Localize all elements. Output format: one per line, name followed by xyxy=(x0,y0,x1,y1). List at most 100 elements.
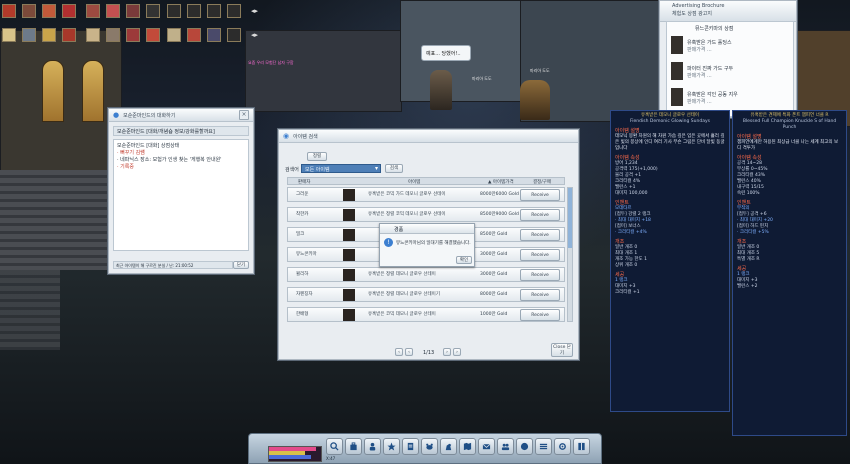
social-icon-button[interactable] xyxy=(497,438,514,455)
item-subtext: 판매가격 ... xyxy=(687,99,712,105)
stamina-bar xyxy=(269,455,311,459)
skill-slot[interactable] xyxy=(86,4,100,18)
list-item[interactable]: 유혹받은 가드 홀딩스 판매가격 ... xyxy=(671,36,789,56)
column-header-seller[interactable]: 판매자 xyxy=(298,179,310,185)
skill-slot[interactable] xyxy=(22,28,36,42)
stairs xyxy=(0,170,110,270)
chat-window-titlebar[interactable]: ● 모순준마인드의 대화하기 × xyxy=(109,109,253,122)
column-header-price[interactable]: ▲ 아이템가격 xyxy=(488,179,514,185)
quest-icon-button[interactable] xyxy=(402,438,419,455)
close-icon[interactable]: × xyxy=(239,110,249,120)
skill-slot[interactable] xyxy=(207,28,221,42)
skill-slot[interactable] xyxy=(86,28,100,42)
search-select-value: 모든 아이템 xyxy=(305,167,330,173)
tab-sort[interactable]: 정렬 xyxy=(307,152,327,161)
scrollbar-thumb[interactable] xyxy=(568,188,572,248)
item-name: 파이터 진짜 가드 구두 xyxy=(687,66,734,72)
skill-slot[interactable] xyxy=(126,28,140,42)
item-icon xyxy=(671,36,683,54)
tooltip-desc: 데모닉 몽환 차원의 해 차원 가슴 깊은 입은 곳에서 흘러 깊은 빛의 몽상… xyxy=(615,134,725,151)
page-prev-button[interactable]: ‹ xyxy=(405,348,413,356)
chat-close-button[interactable]: 닫기 xyxy=(233,261,249,269)
skill-slot[interactable] xyxy=(187,4,201,18)
options-icon-button[interactable] xyxy=(554,438,571,455)
auction-titlebar[interactable]: ◉ 아이템 검색 xyxy=(279,130,578,143)
dialog-titlebar: 경품 xyxy=(380,224,474,234)
skill-bar-top xyxy=(2,4,162,20)
table-row[interactable]: 착한카 유혹받은 정렬 코믹 데모니 글로우 선테이 8500만9000 Gol… xyxy=(287,207,565,222)
pet-icon-button[interactable] xyxy=(421,438,438,455)
tooltip-line: 숙련 100% xyxy=(737,191,760,196)
skill-slot[interactable] xyxy=(106,4,120,18)
horse-icon xyxy=(445,443,452,451)
dialog-message: 뮤느콘키마님의 일대기를 해결했습니다. xyxy=(396,241,471,246)
chat-log[interactable]: 모순준마인드 [대화] 상점상태 · 뻐꾸기 김쌤 · 네파닉스 장소: 모험가… xyxy=(113,139,249,251)
page-next-button[interactable]: › xyxy=(443,348,451,356)
tooltip-line: · 크리티컬 +4% xyxy=(615,230,647,235)
mail-icon-button[interactable] xyxy=(478,438,495,455)
skill-icon-button[interactable] xyxy=(383,438,400,455)
column-header-item[interactable]: 아이템 xyxy=(408,179,420,185)
tooltip-line: 크리티컬 +1 xyxy=(615,290,640,295)
page-next-button[interactable]: › xyxy=(453,348,461,356)
journal-icon-button[interactable] xyxy=(573,438,590,455)
skill-slot[interactable] xyxy=(106,28,120,42)
table-row[interactable]: 윌리하 유혹받은 정렬 데모니 글로우 선테이 3000만 Gold Recei… xyxy=(287,267,565,282)
brochure-titlebar[interactable]: Advertising Brochure 체험도 상점 광고지 xyxy=(660,1,796,22)
chat-icon: ● xyxy=(113,111,120,119)
receive-button[interactable]: Receive xyxy=(520,189,560,201)
skill-slot[interactable] xyxy=(146,4,160,18)
skill-slot[interactable] xyxy=(167,4,181,18)
party-icon-button[interactable] xyxy=(516,438,533,455)
list-item[interactable]: 유혹받은 각인 공동 지우 판매가격 ... xyxy=(671,88,789,108)
receive-button[interactable]: Receive xyxy=(520,309,560,321)
skill-slot[interactable] xyxy=(207,4,221,18)
skill-slot[interactable] xyxy=(2,28,16,42)
skill-slot[interactable] xyxy=(62,28,76,42)
column-header-action[interactable]: 결정/구매 xyxy=(533,179,551,185)
search-button[interactable]: 검색 xyxy=(385,164,403,173)
map-icon-button[interactable] xyxy=(459,438,476,455)
search-select[interactable]: 모든 아이템 ▾ xyxy=(301,164,381,173)
item-tooltip-right: 유혹받은 견제에 특화 폰트 챔피언 너클 R Blessed Full Cha… xyxy=(732,110,847,436)
receive-button[interactable]: Receive xyxy=(520,229,560,241)
close-button[interactable]: Close 닫기 xyxy=(551,343,573,357)
receive-button[interactable]: Receive xyxy=(520,249,560,261)
skill-slot[interactable] xyxy=(126,4,140,18)
row-seller: 그러운 xyxy=(296,192,309,197)
character-icon xyxy=(369,442,376,451)
scrollbar[interactable] xyxy=(567,187,573,322)
skill-slot[interactable] xyxy=(2,4,16,18)
chat-window-subtitle: 모순준마인드 [대화/개념숍 정보/강화를할까요] xyxy=(113,126,249,136)
receive-button[interactable]: Receive xyxy=(520,269,560,281)
search-icon-button[interactable] xyxy=(326,438,343,455)
menu-icon-button[interactable] xyxy=(535,438,552,455)
skill-slot[interactable] xyxy=(167,28,181,42)
journal-icon xyxy=(578,442,585,451)
dialog-ok-button[interactable]: 확인 xyxy=(456,256,472,264)
character-icon-button[interactable] xyxy=(364,438,381,455)
skill-slot[interactable] xyxy=(227,28,241,42)
bar-arrow-icon[interactable]: ◂▸ xyxy=(251,7,258,15)
horse-icon-button[interactable] xyxy=(440,438,457,455)
page-prev-button[interactable]: ‹ xyxy=(395,348,403,356)
list-item[interactable]: 파이터 진짜 가드 구두 판매가격 ... xyxy=(671,62,789,82)
receive-button[interactable]: Receive xyxy=(520,289,560,301)
skill-slot[interactable] xyxy=(42,28,56,42)
skill-slot[interactable] xyxy=(42,4,56,18)
character-sprite[interactable] xyxy=(430,70,452,110)
social-icon xyxy=(501,443,510,451)
character-sprite[interactable] xyxy=(520,80,550,120)
skill-slot[interactable] xyxy=(22,4,36,18)
receive-button[interactable]: Receive xyxy=(520,209,560,221)
info-icon: ! xyxy=(384,238,393,247)
skill-slot[interactable] xyxy=(62,4,76,18)
table-row[interactable]: 그러운 유혹받은 코믹 가드 데모니 글로우 선테이 8000만6000 Gol… xyxy=(287,187,565,202)
table-row[interactable]: 한배형 유혹받은 코믹 데모니 글로우 선테이 1000만 Gold Recei… xyxy=(287,307,565,322)
skill-slot[interactable] xyxy=(227,4,241,18)
bar-arrow-icon[interactable]: ◂▸ xyxy=(251,31,258,39)
table-row[interactable]: 자펜징자 유혹받은 정렬 데모니 글로우 선테이기 8000만 Gold Rec… xyxy=(287,287,565,302)
bag-icon-button[interactable] xyxy=(345,438,362,455)
skill-slot[interactable] xyxy=(187,28,201,42)
skill-slot[interactable] xyxy=(146,28,160,42)
